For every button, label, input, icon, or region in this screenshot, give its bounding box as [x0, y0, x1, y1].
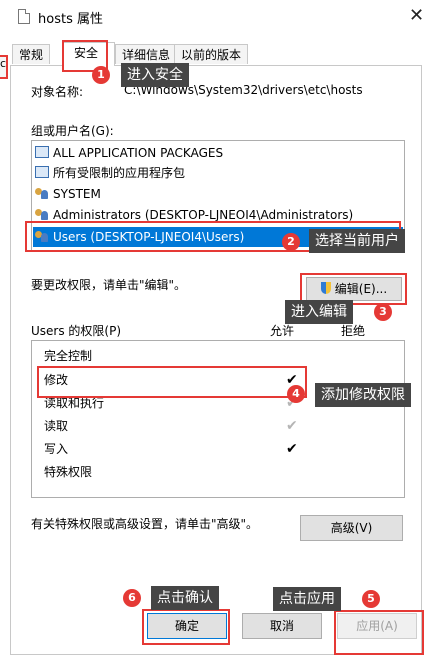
callout-step-3: 进入编辑 — [285, 300, 353, 324]
callout-step-6: 点击确认 — [151, 586, 219, 610]
object-name-label: 对象名称: — [31, 85, 84, 99]
tab-general[interactable]: 常规 — [12, 44, 51, 64]
step-badge-2: 2 — [282, 233, 300, 251]
allow-header: 允许 — [270, 324, 295, 338]
deny-header: 拒绝 — [341, 324, 366, 338]
file-icon — [18, 9, 30, 24]
package-icon — [35, 166, 49, 178]
callout-step-4: 添加修改权限 — [315, 383, 411, 407]
step-badge-6: 6 — [123, 589, 141, 607]
permission-row: 读取 ✔ — [44, 418, 298, 434]
highlight-modify-row — [37, 366, 307, 398]
step-badge-4: 4 — [287, 385, 305, 403]
step-badge-1: 1 — [92, 66, 110, 84]
permission-row: 写入 ✔ — [44, 441, 298, 457]
highlight-apply-button — [334, 610, 424, 655]
allow-check: ✔ — [286, 441, 298, 457]
step-badge-5: 5 — [362, 590, 380, 608]
list-item[interactable]: 所有受限制的应用程序包 — [35, 163, 185, 183]
callout-step-2: 选择当前用户 — [309, 229, 405, 253]
tab-previous-versions[interactable]: 以前的版本 — [174, 44, 249, 64]
permissions-label: Users 的权限(P) — [31, 324, 122, 338]
step-badge-3: 3 — [374, 303, 392, 321]
cancel-button[interactable]: 取消 — [242, 613, 322, 639]
callout-step-1: 进入安全 — [121, 63, 189, 87]
permission-row: 特殊权限 — [44, 465, 93, 479]
permission-list: 完全控制 修改 ✔ 读取和执行 ✔ 读取 ✔ 写入 ✔ 特殊权限 — [31, 340, 405, 498]
tab-details[interactable]: 详细信息 — [115, 44, 178, 64]
background-window-fragment: c — [0, 55, 8, 79]
list-item[interactable]: SYSTEM — [35, 184, 101, 204]
list-item[interactable]: ALL APPLICATION PACKAGES — [35, 143, 223, 163]
advanced-hint: 有关特殊权限或高级设置，请单击"高级"。 — [31, 517, 259, 531]
callout-step-5: 点击应用 — [273, 587, 341, 611]
highlight-ok-button — [142, 609, 230, 645]
advanced-button[interactable]: 高级(V) — [300, 515, 403, 541]
group-label: 组或用户名(G): — [31, 124, 114, 138]
change-permissions-hint: 要更改权限，请单击"编辑"。 — [31, 278, 187, 292]
allow-check: ✔ — [286, 418, 298, 434]
package-icon — [35, 146, 49, 158]
user-group-icon — [35, 208, 49, 220]
user-group-icon — [35, 187, 49, 199]
close-button[interactable]: ✕ — [398, 0, 435, 32]
permission-row: 完全控制 — [44, 349, 93, 363]
window-title: hosts 属性 — [38, 12, 103, 27]
